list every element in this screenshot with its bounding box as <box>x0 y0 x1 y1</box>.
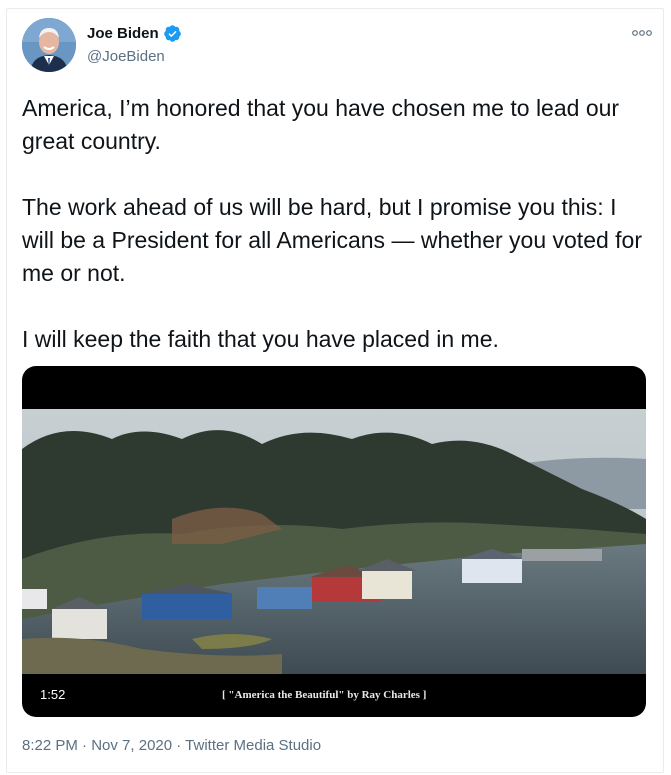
author-handle[interactable]: @JoeBiden <box>87 48 165 65</box>
author-name[interactable]: Joe Biden <box>87 25 159 42</box>
verified-badge-icon <box>163 25 181 42</box>
tweet-meta: 8:22 PM · Nov 7, 2020 · Twitter Media St… <box>22 737 321 754</box>
tweet-date[interactable]: Nov 7, 2020 <box>91 737 172 754</box>
profile-photo-icon <box>22 18 76 72</box>
video-player[interactable]: 1:52 [ "America the Beautiful" by Ray Ch… <box>22 366 646 717</box>
video-thumbnail-image <box>22 409 646 674</box>
tweet-time[interactable]: 8:22 PM <box>22 737 78 754</box>
tweet-text: America, I’m honored that you have chose… <box>22 95 643 352</box>
meta-separator: · <box>77 737 92 754</box>
video-caption: [ "America the Beautiful" by Ray Charles… <box>222 689 427 701</box>
video-duration: 1:52 <box>40 687 66 702</box>
tweet-source[interactable]: Twitter Media Studio <box>185 737 321 754</box>
avatar[interactable] <box>22 18 76 72</box>
meta-separator: · <box>172 737 186 754</box>
more-options-icon[interactable] <box>631 26 653 40</box>
author-name-row: Joe Biden <box>87 24 182 43</box>
